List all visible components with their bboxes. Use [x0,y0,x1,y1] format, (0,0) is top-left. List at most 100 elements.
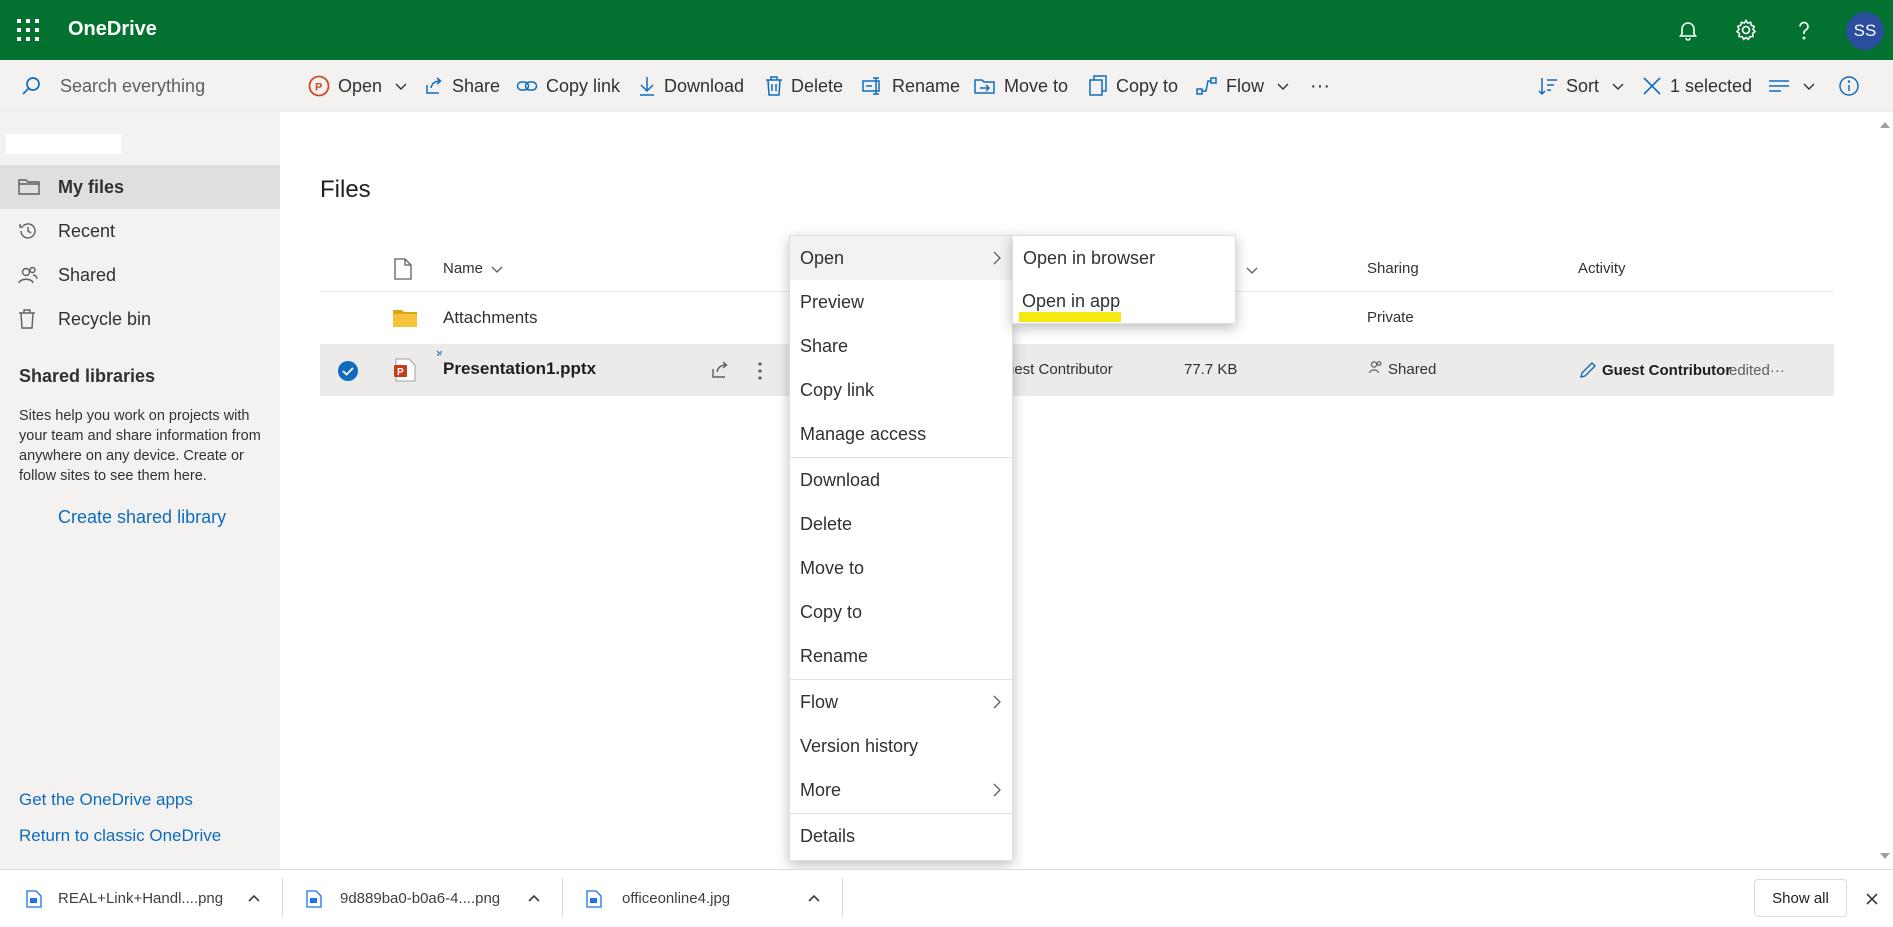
folder-icon [393,310,417,327]
download-item[interactable]: 9d889ba0-b0a6-4....png [306,870,500,927]
copy-link-label: Copy link [546,75,621,96]
rename-button[interactable]: Rename [862,60,960,112]
menu-item-more[interactable]: More [790,768,1012,812]
return-classic-link[interactable]: Return to classic OneDrive [19,826,221,846]
more-actions-icon[interactable] [756,360,764,382]
image-file-icon [26,889,42,908]
move-icon [974,79,995,94]
move-to-button[interactable]: Move to [974,60,1068,112]
chevron-down-icon[interactable] [394,79,408,93]
downloads-divider [842,878,843,918]
chevron-down-icon[interactable] [1276,79,1290,93]
get-onedrive-apps-link[interactable]: Get the OneDrive apps [19,790,193,810]
table-row[interactable]: P Presentation1.pptx uest Contributor 77… [320,344,1834,396]
downloads-divider [282,878,283,918]
submenu-item-open-in-browser[interactable]: Open in browser [1023,248,1155,269]
image-file-icon [306,889,322,908]
download-item[interactable]: REAL+Link+Handl....png [26,870,223,927]
menu-item-share[interactable]: Share [790,324,1012,368]
copy-link-button[interactable]: Copy link [516,60,620,112]
more-commands-button[interactable]: ··· [1310,60,1330,112]
close-icon[interactable] [1865,892,1879,906]
menu-item-label: Version history [800,735,919,756]
details-pane-button[interactable] [1838,60,1860,112]
notifications-bell-icon[interactable] [1672,14,1704,46]
view-options-button[interactable] [1768,60,1816,112]
search-box[interactable]: Search everything [20,60,205,112]
sort-icon [1538,78,1557,96]
menu-item-copy-link[interactable]: Copy link [790,368,1012,412]
chevron-up-icon[interactable] [527,893,541,903]
help-icon[interactable] [1788,14,1820,46]
menu-item-open[interactable]: Open [790,236,1012,280]
submenu-item-open-in-app[interactable]: Open in app [1022,291,1120,312]
image-file-icon [586,889,602,908]
app-launcher-icon[interactable] [14,16,42,44]
create-shared-library-link[interactable]: Create shared library [58,507,226,528]
file-name[interactable]: Attachments [443,308,538,328]
chevron-down-icon[interactable] [1246,264,1258,276]
clear-selection-button[interactable]: 1 selected [1642,60,1752,112]
account-name-placeholder [6,134,121,154]
column-header-name[interactable]: Name [443,260,503,277]
activity-user[interactable]: Guest Contributor [1602,362,1731,379]
menu-item-copy-to[interactable]: Copy to [790,590,1012,634]
menu-item-label: Download [800,469,881,490]
sort-button[interactable]: Sort [1538,60,1625,112]
share-label: Share [452,75,501,96]
menu-item-flow[interactable]: Flow [790,680,1012,724]
file-type-header-icon[interactable] [394,258,412,280]
rename-icon [862,77,880,95]
scroll-up-arrow-icon[interactable] [1880,120,1890,128]
powerpoint-icon: P [308,75,330,97]
sidebar-item-recent[interactable]: Recent [0,209,280,253]
app-title[interactable]: OneDrive [68,18,157,41]
menu-item-manage-access[interactable]: Manage access [790,412,1012,456]
selected-count: 1 selected [1670,75,1753,96]
sidebar-item-recycle-bin[interactable]: Recycle bin [0,297,280,341]
menu-item-details[interactable]: Details [790,814,1012,858]
column-header-activity[interactable]: Activity [1578,260,1626,277]
share-icon[interactable] [710,360,730,380]
downloads-bar: REAL+Link+Handl....png 9d889ba0-b0a6-4..… [0,869,1893,926]
menu-item-preview[interactable]: Preview [790,280,1012,324]
left-navigation: My files Recent Shared Recycle bin Share… [0,112,280,869]
sidebar-item-my-files[interactable]: My files [0,165,280,209]
scrollbar[interactable] [1876,112,1893,869]
sort-label: Sort [1566,75,1600,96]
download-icon [640,77,654,96]
avatar[interactable]: SS [1846,12,1884,50]
menu-item-download[interactable]: Download [790,458,1012,502]
highlight-marker [1019,312,1121,322]
download-filename: officeonline4.jpg [622,890,731,907]
download-button[interactable]: Download [638,60,744,112]
sidebar-item-shared[interactable]: Shared [0,253,280,297]
menu-item-label: Open [800,247,845,268]
menu-item-rename[interactable]: Rename [790,634,1012,678]
scroll-down-arrow-icon[interactable] [1880,853,1890,861]
copy-to-button[interactable]: Copy to [1088,60,1178,112]
copy-to-label: Copy to [1116,75,1179,96]
menu-item-delete[interactable]: Delete [790,502,1012,546]
chevron-up-icon[interactable] [247,893,261,903]
menu-item-label: More [800,779,842,800]
menu-item-label: Flow [800,691,839,712]
open-button[interactable]: P Open [308,60,408,112]
menu-item-label: Copy link [800,379,875,400]
menu-item-label: Share [800,335,849,356]
flow-label: Flow [1226,75,1265,96]
download-item[interactable]: officeonline4.jpg [586,870,730,927]
share-button[interactable]: Share [424,60,500,112]
menu-item-move-to[interactable]: Move to [790,546,1012,590]
file-name[interactable]: Presentation1.pptx [443,359,596,379]
show-all-button[interactable]: Show all [1754,879,1847,917]
flow-button[interactable]: Flow [1196,60,1290,112]
checkbox-checked-icon[interactable] [337,360,359,382]
open-label: Open [338,75,383,96]
settings-gear-icon[interactable] [1730,14,1762,46]
menu-item-version-history[interactable]: Version history [790,724,1012,768]
delete-button[interactable]: Delete [765,60,843,112]
chevron-up-icon[interactable] [807,893,821,903]
chevron-down-icon[interactable] [1611,79,1625,93]
column-header-sharing[interactable]: Sharing [1367,260,1419,277]
